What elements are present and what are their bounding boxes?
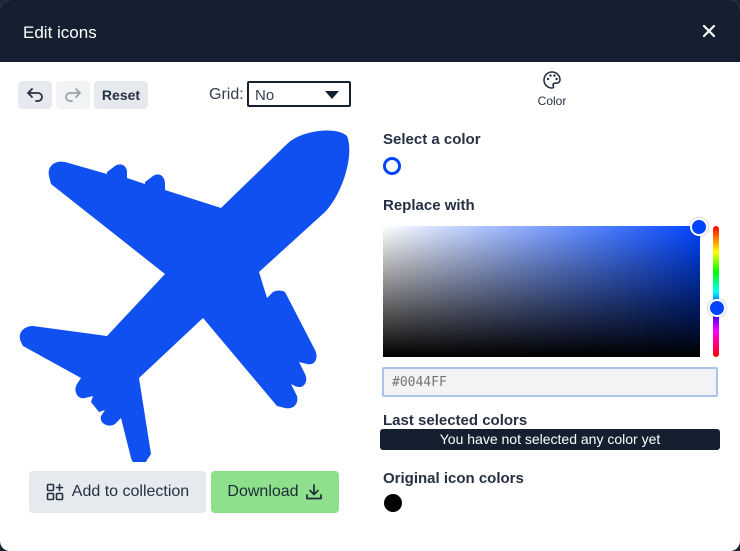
original-colors-heading: Original icon colors [383,470,524,487]
color-panel: Color Select a color Replace with Last s… [366,62,740,551]
add-to-collection-button[interactable]: Add to collection [29,471,206,513]
close-icon[interactable] [698,20,720,42]
reset-button[interactable]: Reset [94,81,148,109]
modal-title: Edit icons [23,23,97,42]
tab-color[interactable]: Color [532,70,572,110]
last-selected-heading: Last selected colors [383,412,528,429]
original-color-swatch[interactable] [384,494,402,512]
select-color-heading: Select a color [383,131,481,148]
grid-label: Grid: [209,86,244,103]
grid-select-value: No [255,87,275,104]
edit-icons-modal: Edit icons Reset Grid: No Add to collect… [0,0,740,551]
hue-handle[interactable] [708,299,726,317]
tab-color-label: Color [537,94,567,108]
redo-button[interactable] [56,81,90,109]
download-button[interactable]: Download [211,471,339,513]
saturation-picker[interactable] [383,226,700,357]
palette-icon [543,71,561,89]
airplane-icon [19,130,350,462]
saturation-handle[interactable] [690,218,708,236]
download-icon [305,484,322,500]
hex-color-input[interactable] [382,367,718,397]
undo-button[interactable] [18,81,52,109]
redo-icon [65,88,81,102]
chevron-down-icon [325,91,339,99]
modal-header: Edit icons [0,0,740,62]
hue-slider[interactable] [713,226,719,357]
grid-select[interactable]: No [247,81,351,107]
add-to-collection-label: Add to collection [71,483,190,500]
download-label: Download [227,483,299,500]
selected-color-swatch[interactable] [383,157,401,175]
undo-icon [27,88,43,102]
editor-left-panel: Reset Grid: No Add to collection Downloa… [0,62,366,551]
replace-with-heading: Replace with [383,197,475,214]
last-selected-empty-message: You have not selected any color yet [380,429,720,450]
add-grid-icon [46,483,64,501]
